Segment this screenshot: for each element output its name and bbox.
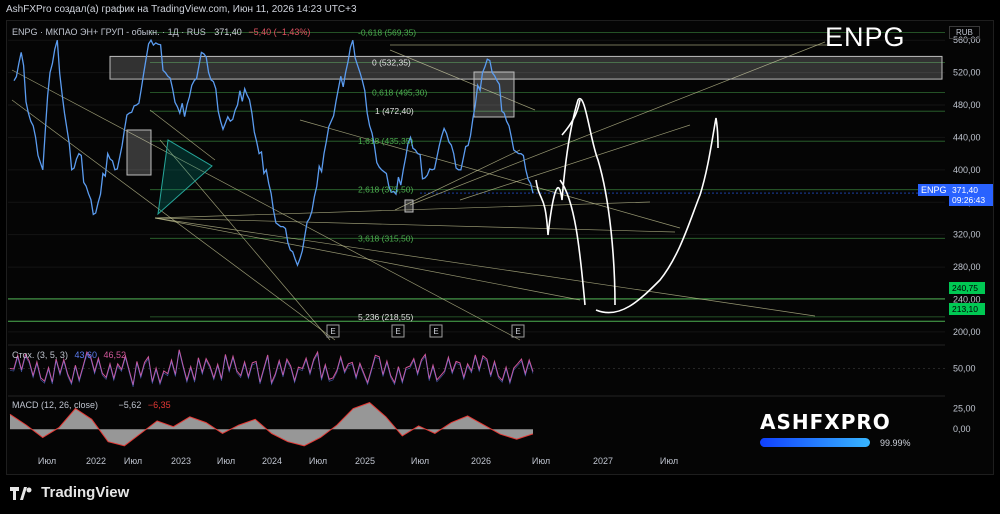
time-axis-tick: 2025 (355, 456, 375, 466)
brand-name: ASHFXPRO (760, 410, 891, 434)
fib-label: 1,618 (435,35) (358, 136, 413, 146)
symbol-price-tag: ENPG (918, 184, 950, 196)
price-axis-tick: 520,00 (953, 68, 981, 78)
stoch-legend[interactable]: Стох. (3, 5, 3) 43,60 46,52 (12, 350, 126, 360)
time-axis-tick: 2026 (471, 456, 491, 466)
brand-watermark: ASHFXPRO 99.99% (760, 410, 920, 448)
time-axis-tick: Июл (411, 456, 429, 466)
time-axis-tick: 2022 (86, 456, 106, 466)
change-value: −5,40 (−1,43%) (248, 27, 311, 37)
trendline (11, 99, 336, 341)
macd-axis-tick: 0,00 (953, 424, 971, 434)
fib-label: 5,236 (218,55) (358, 312, 413, 322)
time-axis-tick: Июл (124, 456, 142, 466)
fib-label: -0,618 (569,35) (358, 28, 416, 38)
time-axis-tick: 2027 (593, 456, 613, 466)
price-axis-tick: 480,00 (953, 100, 981, 110)
price-axis-tick: 320,00 (953, 230, 981, 240)
macd-value-1: −5,62 (118, 400, 142, 410)
currency-selector[interactable]: RUB (949, 26, 980, 39)
macd-value-2: −6,35 (147, 400, 171, 410)
time-axis-tick: Июл (532, 456, 550, 466)
projection-path (559, 179, 586, 306)
level-badge-213: 213,10 (949, 303, 985, 315)
trendline (394, 149, 521, 211)
last-price: 371,40 (952, 185, 978, 195)
stoch-d-value: 46,52 (103, 350, 127, 360)
fib-label: 0 (532,35) (372, 58, 411, 68)
range-box (404, 199, 414, 213)
time-axis-tick: 2023 (171, 456, 191, 466)
price-axis-tick: 200,00 (953, 327, 981, 337)
stoch-k-value: 43,60 (74, 350, 97, 360)
event-label: E (330, 327, 335, 336)
stoch-axis-tick: 50,00 (953, 364, 976, 374)
event-label: E (433, 327, 438, 336)
event-label: E (515, 327, 520, 336)
ticker-watermark: ENPG (825, 22, 906, 52)
price-axis-tick: 440,00 (953, 132, 981, 142)
last-price-badge: 371,40 09:26:43 (949, 184, 993, 206)
last-value: 371,40 (214, 27, 242, 37)
tradingview-logo[interactable]: TradingView (10, 484, 129, 501)
price-axis-tick: 280,00 (953, 262, 981, 272)
macd-label: MACD (12, 26, close) (12, 400, 99, 410)
symbol-name: ENPG · МКПАО ЭН+ ГРУП - обыкн. · 1Д · RU… (12, 27, 206, 37)
symbol-legend[interactable]: ENPG · МКПАО ЭН+ ГРУП - обыкн. · 1Д · RU… (12, 27, 310, 37)
time-axis-tick: Июл (660, 456, 678, 466)
time-axis-tick: 2024 (262, 456, 282, 466)
event-label: E (395, 327, 400, 336)
fib-label: 3,618 (315,50) (358, 233, 413, 243)
fib-label: 0,618 (495,30) (372, 88, 427, 98)
time-axis-tick: Июл (217, 456, 235, 466)
macd-legend[interactable]: MACD (12, 26, close) −5,62 −6,35 (12, 400, 171, 410)
tradingview-wordmark: TradingView (41, 484, 130, 501)
tradingview-logo-icon (10, 484, 32, 501)
level-badge-240: 240,75 (949, 282, 985, 294)
brand-progress-bar (760, 438, 870, 447)
stoch-label: Стох. (3, 5, 3) (12, 350, 68, 360)
fib-label: 1 (472,40) (375, 106, 414, 116)
time-axis-tick: Июл (309, 456, 327, 466)
range-box (473, 71, 515, 118)
price-axis-tick: 400,00 (953, 165, 981, 175)
trendline (154, 201, 651, 219)
time-axis-tick: Июл (38, 456, 56, 466)
macd-axis-tick: 25,00 (953, 403, 976, 413)
bar-countdown: 09:26:43 (952, 195, 986, 205)
range-box (126, 129, 152, 176)
brand-percent: 99.99% (880, 438, 911, 448)
fib-label: 2,618 (375,50) (358, 185, 413, 195)
stochastic-pane (8, 344, 945, 387)
projection-drawing-layer (535, 97, 719, 314)
trendline (154, 217, 581, 301)
resistance-zone (109, 55, 943, 80)
